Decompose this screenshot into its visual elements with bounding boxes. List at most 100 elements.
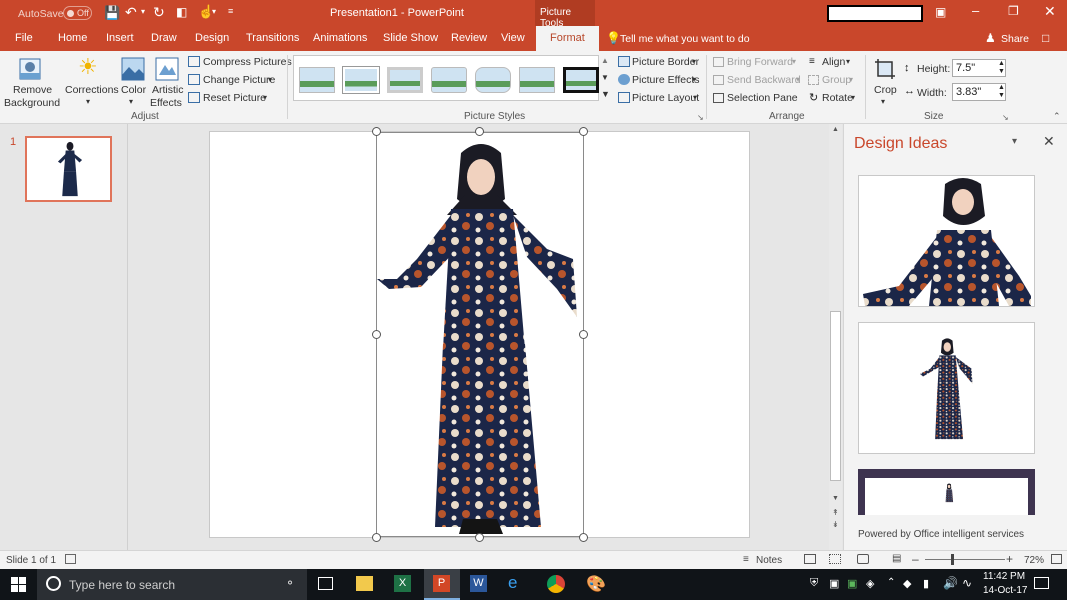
comments-icon[interactable]: □ <box>1042 31 1049 45</box>
microphone-icon[interactable]: ⚬ <box>285 576 295 590</box>
picture-effects-dropdown-icon[interactable]: ▾ <box>692 75 696 84</box>
resize-handle-left[interactable] <box>372 330 381 339</box>
align-dropdown-icon[interactable]: ▾ <box>846 57 850 66</box>
slideshow-view-icon[interactable]: ▤ <box>892 553 901 564</box>
scroll-down-icon[interactable]: ▼ <box>832 495 839 502</box>
windows-start-icon[interactable] <box>11 577 26 592</box>
tray-dropbox-icon[interactable]: ◆ <box>903 577 911 590</box>
picture-styles-launcher-icon[interactable]: ↘ <box>697 113 704 122</box>
excel-icon[interactable]: X <box>394 575 411 592</box>
bring-forward-dropdown-icon[interactable]: ▾ <box>792 57 796 66</box>
undo-icon[interactable]: ↶ <box>125 4 137 21</box>
height-down-icon[interactable]: ▼ <box>998 68 1005 75</box>
picture-style-3[interactable] <box>387 67 423 93</box>
zoom-out-icon[interactable]: – <box>912 552 919 566</box>
tray-network-app-icon[interactable]: ◈ <box>866 577 874 590</box>
gallery-more-icon[interactable]: ▼ <box>601 89 610 99</box>
picture-style-2[interactable] <box>343 67 379 93</box>
share-button[interactable]: Share <box>1001 33 1029 45</box>
reset-picture-dropdown-icon[interactable]: ▾ <box>263 93 267 102</box>
tab-transitions[interactable]: Transitions <box>246 32 299 44</box>
gallery-scroll-up-icon[interactable]: ▲ <box>601 56 609 65</box>
resize-handle-top[interactable] <box>475 127 484 136</box>
compress-pictures-button[interactable]: Compress Pictures <box>203 56 292 68</box>
design-idea-3[interactable] <box>858 469 1035 515</box>
battery-icon[interactable]: ▮ <box>923 577 929 590</box>
picture-border-dropdown-icon[interactable]: ▾ <box>692 57 696 66</box>
width-field[interactable]: 3.83" ▲ ▼ <box>952 83 1006 101</box>
width-down-icon[interactable]: ▼ <box>998 92 1005 99</box>
reading-view-icon[interactable] <box>857 554 869 564</box>
slide-sorter-icon[interactable] <box>829 554 841 564</box>
tab-home[interactable]: Home <box>58 32 87 44</box>
width-up-icon[interactable]: ▲ <box>998 84 1005 91</box>
crop-button[interactable]: Crop ▾ <box>870 54 900 110</box>
picture-layout-button[interactable]: Picture Layout <box>632 92 699 104</box>
touch-dropdown-icon[interactable]: ▾ <box>212 7 216 16</box>
scroll-up-icon[interactable]: ▲ <box>832 126 839 133</box>
notes-button[interactable]: Notes <box>756 555 782 566</box>
word-icon[interactable]: W <box>470 575 487 592</box>
corrections-button[interactable]: ☀ Corrections ▾ <box>64 54 119 110</box>
customize-qat-icon[interactable]: ≡ <box>228 6 233 16</box>
present-icon[interactable]: ◧ <box>176 5 187 19</box>
tab-insert[interactable]: Insert <box>106 32 134 44</box>
tab-format[interactable]: Format <box>536 26 599 51</box>
tab-draw[interactable]: Draw <box>151 32 177 44</box>
design-idea-2[interactable] <box>858 322 1035 454</box>
tell-me-search[interactable]: Tell me what you want to do <box>620 33 750 45</box>
tab-slide-show[interactable]: Slide Show <box>383 32 438 44</box>
resize-handle-bottom-right[interactable] <box>579 533 588 542</box>
group-dropdown-icon[interactable]: ▾ <box>849 75 853 84</box>
size-launcher-icon[interactable]: ↘ <box>1002 113 1009 122</box>
tab-file[interactable]: File <box>15 32 33 44</box>
normal-view-icon[interactable] <box>804 554 816 564</box>
fit-to-window-icon[interactable] <box>1051 554 1062 564</box>
close-window-icon[interactable]: ✕ <box>1044 3 1056 20</box>
resize-handle-bottom-left[interactable] <box>372 533 381 542</box>
change-picture-dropdown-icon[interactable]: ▾ <box>268 75 272 84</box>
picture-style-4[interactable] <box>431 67 467 93</box>
paint-icon[interactable]: 🎨 <box>586 574 606 594</box>
file-explorer-icon[interactable] <box>356 576 373 591</box>
slide-vertical-scrollbar[interactable]: ▲ ▼ ↟ ↡ <box>829 124 842 550</box>
color-button[interactable]: Color ▾ <box>118 54 148 110</box>
next-slide-icon[interactable]: ↡ <box>832 520 839 529</box>
picture-style-1[interactable] <box>299 67 335 93</box>
restore-icon[interactable]: ❐ <box>1008 4 1019 18</box>
wifi-icon[interactable]: ∿ <box>962 576 972 590</box>
picture-style-7[interactable] <box>563 67 599 93</box>
task-view-icon[interactable] <box>318 577 333 590</box>
send-backward-button[interactable]: Send Backward <box>727 74 801 86</box>
collapse-ribbon-icon[interactable]: ⌃ <box>1053 111 1061 122</box>
send-backward-dropdown-icon[interactable]: ▾ <box>796 75 800 84</box>
tab-view[interactable]: View <box>501 32 525 44</box>
clock-date[interactable]: 14-Oct-17 <box>983 585 1027 596</box>
rotate-dropdown-icon[interactable]: ▾ <box>851 93 855 102</box>
edge-icon[interactable]: e <box>508 573 517 593</box>
group-button[interactable]: Group <box>822 74 851 86</box>
ribbon-display-icon[interactable]: ▣ <box>935 5 946 19</box>
volume-icon[interactable]: 🔊 <box>943 576 958 590</box>
autosave-toggle[interactable]: Off <box>63 6 92 20</box>
chrome-icon[interactable] <box>547 575 565 593</box>
taskbar-search-box[interactable]: Type here to search ⚬ <box>37 569 307 600</box>
powerpoint-taskbar-button[interactable]: P <box>424 569 460 600</box>
close-pane-icon[interactable]: ✕ <box>1043 133 1055 150</box>
rotate-button[interactable]: Rotate <box>822 92 853 104</box>
picture-layout-dropdown-icon[interactable]: ▾ <box>693 93 697 102</box>
height-up-icon[interactable]: ▲ <box>998 60 1005 67</box>
resize-handle-top-right[interactable] <box>579 127 588 136</box>
picture-effects-button[interactable]: Picture Effects <box>632 74 700 86</box>
picture-style-5[interactable] <box>475 67 511 93</box>
gallery-scroll-down-icon[interactable]: ▼ <box>601 73 609 82</box>
tray-app-icon[interactable]: ▣ <box>829 577 839 590</box>
save-icon[interactable]: 💾 <box>104 5 120 21</box>
previous-slide-icon[interactable]: ↟ <box>832 508 839 517</box>
undo-dropdown-icon[interactable]: ▾ <box>141 7 145 16</box>
slide-thumbnail-1[interactable] <box>25 136 112 202</box>
reset-picture-button[interactable]: Reset Picture <box>203 92 266 104</box>
redo-icon[interactable]: ↻ <box>153 4 165 21</box>
tray-security-icon[interactable]: ▣ <box>847 577 857 590</box>
zoom-level[interactable]: 72% <box>1024 555 1044 566</box>
